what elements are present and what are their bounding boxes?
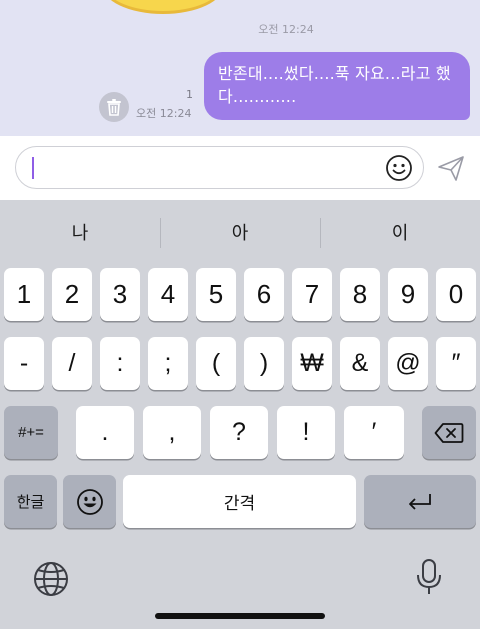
suggestion-3[interactable]: 이 xyxy=(320,200,480,264)
key-colon[interactable]: : xyxy=(100,337,140,390)
return-icon xyxy=(409,493,431,510)
backspace-button[interactable] xyxy=(422,406,476,459)
emoji-icon xyxy=(76,488,103,515)
smiley-icon[interactable] xyxy=(385,154,413,182)
key-double-prime[interactable]: ″ xyxy=(436,337,476,390)
key-semicolon[interactable]: ; xyxy=(148,337,188,390)
key-1[interactable]: 1 xyxy=(4,268,44,321)
key-hyphen[interactable]: - xyxy=(4,337,44,390)
key-at[interactable]: @ xyxy=(388,337,428,390)
unread-count: 1 xyxy=(186,88,193,101)
message-timestamp: 오전 12:24 xyxy=(136,107,192,120)
key-open-paren[interactable]: ( xyxy=(196,337,236,390)
key-7[interactable]: 7 xyxy=(292,268,332,321)
key-exclamation[interactable]: ! xyxy=(277,406,335,459)
return-key[interactable] xyxy=(364,475,476,528)
text-cursor xyxy=(32,157,34,179)
key-9[interactable]: 9 xyxy=(388,268,428,321)
home-indicator[interactable] xyxy=(155,613,325,619)
message-bubble[interactable]: 반존대....썼다....푹 자요...라고 했다............ xyxy=(204,52,470,120)
send-icon[interactable] xyxy=(436,153,466,183)
suggestion-1[interactable]: 나 xyxy=(0,200,160,264)
suggestion-2[interactable]: 아 xyxy=(160,200,320,264)
key-period[interactable]: . xyxy=(76,406,134,459)
sticker-image[interactable] xyxy=(102,0,224,14)
key-ampersand[interactable]: & xyxy=(340,337,380,390)
key-5[interactable]: 5 xyxy=(196,268,236,321)
key-language-korean[interactable]: 한글 xyxy=(4,475,57,528)
key-6[interactable]: 6 xyxy=(244,268,284,321)
space-key[interactable]: 간격 xyxy=(123,475,356,528)
chat-area: 오전 12:24 반존대....썼다....푹 자요...라고 했다......… xyxy=(0,0,480,136)
suggestion-bar: 나 아 이 xyxy=(0,200,480,264)
backspace-icon xyxy=(434,422,464,443)
key-2[interactable]: 2 xyxy=(52,268,92,321)
globe-icon[interactable] xyxy=(32,560,70,598)
key-close-paren[interactable]: ) xyxy=(244,337,284,390)
key-0[interactable]: 0 xyxy=(436,268,476,321)
microphone-icon[interactable] xyxy=(410,558,448,596)
key-8[interactable]: 8 xyxy=(340,268,380,321)
message-input-bar xyxy=(0,136,480,200)
key-slash[interactable]: / xyxy=(52,337,92,390)
delete-message-button[interactable] xyxy=(99,92,129,122)
key-more-symbols[interactable]: #+= xyxy=(4,406,58,459)
key-won[interactable]: ₩ xyxy=(292,337,332,390)
key-prime[interactable]: ′ xyxy=(344,406,404,459)
timestamp-top: 오전 12:24 xyxy=(258,23,314,36)
key-3[interactable]: 3 xyxy=(100,268,140,321)
trash-icon xyxy=(107,99,121,116)
key-comma[interactable]: , xyxy=(143,406,201,459)
key-question[interactable]: ? xyxy=(210,406,268,459)
key-4[interactable]: 4 xyxy=(148,268,188,321)
message-input[interactable] xyxy=(15,146,424,189)
emoji-keyboard-button[interactable] xyxy=(63,475,116,528)
